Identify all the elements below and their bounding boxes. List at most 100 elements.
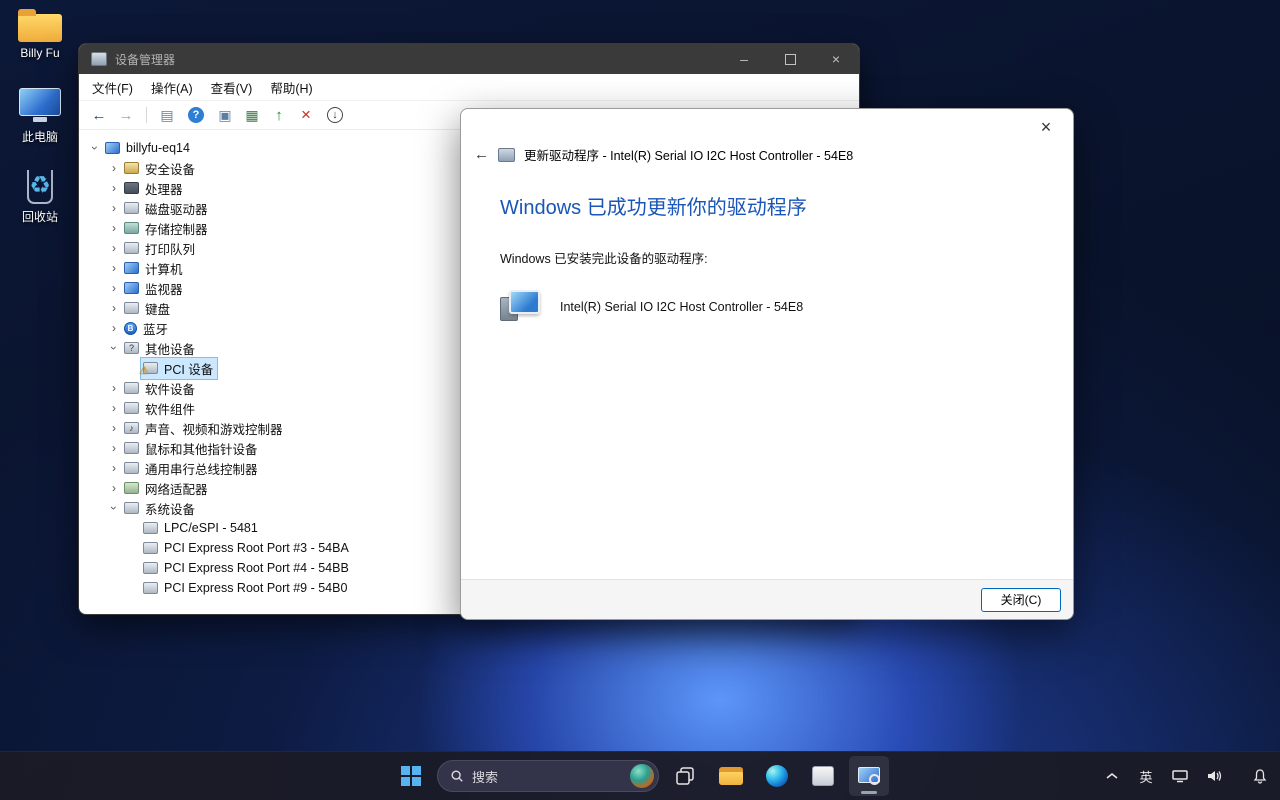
desktop-icons: Billy Fu 此电脑♻回收站 [6,6,74,240]
expander-icon[interactable]: › [106,301,122,315]
tree-entry[interactable]: 磁盘驱动器 [122,198,212,219]
help-icon[interactable]: ? [188,107,204,123]
tree-entry[interactable]: ⚠PCI 设备 [141,358,217,379]
tree-item-label: 磁盘驱动器 [145,199,208,218]
tree-entry[interactable]: ?其他设备 [122,338,199,359]
this-pc-icon [18,86,62,124]
tree-entry[interactable]: 鼠标和其他指针设备 [122,438,262,459]
menu-item[interactable]: 查看(V) [202,74,262,101]
tree-entry[interactable]: 网络适配器 [122,478,212,499]
tree-entry[interactable]: LPC/eSPI - 5481 [141,520,262,536]
desktop-icon-label: 回收站 [22,208,58,225]
expander-icon[interactable]: › [107,340,121,356]
expander-icon[interactable]: › [106,221,122,235]
expander-icon[interactable]: › [106,321,122,335]
tree-entry[interactable]: 软件设备 [122,378,199,399]
close-button[interactable]: × [813,44,859,74]
tree-entry[interactable]: PCI Express Root Port #4 - 54BB [141,560,353,576]
expander-icon[interactable]: › [106,421,122,435]
search-box[interactable]: 搜索 [437,760,659,792]
expander-icon[interactable]: › [106,461,122,475]
close-dialog-button[interactable]: 关闭(C) [981,588,1061,612]
start-button[interactable] [391,756,431,796]
expander-icon[interactable]: › [107,500,121,516]
tree-entry[interactable]: 监视器 [122,278,187,299]
tree-entry[interactable]: ♪声音、视频和游戏控制器 [122,418,287,439]
notification-button[interactable] [1250,761,1270,791]
search-highlight-badge[interactable] [630,764,654,788]
ime-indicator[interactable]: 英 [1136,761,1156,791]
usb-controller-icon [124,462,139,474]
tree-entry[interactable]: 计算机 [122,258,187,279]
expander-icon[interactable]: › [106,201,122,215]
update-driver-icon[interactable]: ↑ [267,104,291,126]
task-view-button[interactable] [665,756,705,796]
menu-item[interactable]: 文件(F) [83,74,142,101]
minimize-button[interactable]: – [721,44,767,74]
tree-entry[interactable]: PCI Express Root Port #3 - 54BA [141,540,353,556]
tree-entry[interactable]: B 蓝牙 [122,318,172,339]
expander-icon[interactable]: › [106,381,122,395]
root-computer-icon [105,142,120,154]
pinned-app-button[interactable] [803,756,843,796]
dialog-close-icon[interactable]: × [1035,117,1057,138]
maximize-button[interactable] [767,44,813,74]
device-manager-titlebar[interactable]: 设备管理器 – × [79,44,859,74]
uninstall-device-icon[interactable]: × [294,104,318,126]
desktop-icon-recycle-bin[interactable]: ♻回收站 [6,166,74,240]
tree-entry[interactable]: PCI Express Root Port #9 - 54B0 [141,580,351,596]
keyboard-icon [124,302,139,314]
device-manager-taskbar-button[interactable] [849,756,889,796]
tree-item-label: 其他设备 [145,339,195,358]
tree-entry[interactable]: 安全设备 [122,158,199,179]
device-icon [500,290,540,324]
device-manager-icon [858,767,880,785]
search-label: 搜索 [472,767,498,786]
menu-item[interactable]: 帮助(H) [261,74,321,101]
tree-entry[interactable]: billyfu-eq14 [103,140,194,156]
tree-entry[interactable]: 通用串行总线控制器 [122,458,262,479]
tree-entry[interactable]: 打印队列 [122,238,199,259]
edge-browser-button[interactable] [757,756,797,796]
network-button[interactable] [1170,761,1190,791]
edge-icon [766,765,788,787]
volume-button[interactable] [1204,761,1224,791]
tree-item-label: 存储控制器 [145,219,208,238]
expander-icon[interactable]: › [106,401,122,415]
tree-item-label: 软件组件 [145,399,195,418]
window-title: 设备管理器 [115,51,175,68]
forward-icon[interactable]: → [114,104,138,126]
expander-icon[interactable]: › [106,441,122,455]
tree-entry[interactable]: 软件组件 [122,398,199,419]
expander-icon[interactable]: › [88,140,102,156]
tree-item-label: 蓝牙 [143,319,168,338]
menu-item[interactable]: 操作(A) [142,74,202,101]
tree-item-label: 处理器 [145,179,183,198]
desktop-icon-label: Billy Fu [20,46,59,60]
expander-icon[interactable]: › [106,241,122,255]
expander-icon[interactable]: › [106,181,122,195]
devices-icon[interactable]: ▦ [240,104,264,126]
back-icon[interactable]: ← [87,104,111,126]
expander-icon[interactable]: › [106,261,122,275]
system-device-icon [143,522,158,534]
tree-entry[interactable]: 存储控制器 [122,218,212,239]
hidden-icons-button[interactable] [1102,761,1122,791]
expander-icon[interactable]: › [106,161,122,175]
file-explorer-button[interactable] [711,756,751,796]
system-device-icon [124,502,139,514]
desktop-icon-this-pc[interactable]: 此电脑 [6,86,74,160]
tree-entry[interactable]: 键盘 [122,298,174,319]
tree-item-label: 声音、视频和游戏控制器 [145,419,283,438]
properties-icon[interactable]: ▣ [213,104,237,126]
tree-entry[interactable]: 系统设备 [122,498,199,519]
desktop-icon-folder[interactable]: Billy Fu [6,6,74,80]
bluetooth-icon: B [124,322,137,335]
expander-icon[interactable]: › [106,281,122,295]
console-tree-icon[interactable]: ▤ [155,104,179,126]
tree-item-label: PCI Express Root Port #4 - 54BB [164,561,349,575]
back-arrow-icon[interactable]: ← [474,146,489,163]
scan-hardware-changes-icon[interactable]: ↓ [327,107,343,123]
tree-entry[interactable]: 处理器 [122,178,187,199]
expander-icon[interactable]: › [106,481,122,495]
